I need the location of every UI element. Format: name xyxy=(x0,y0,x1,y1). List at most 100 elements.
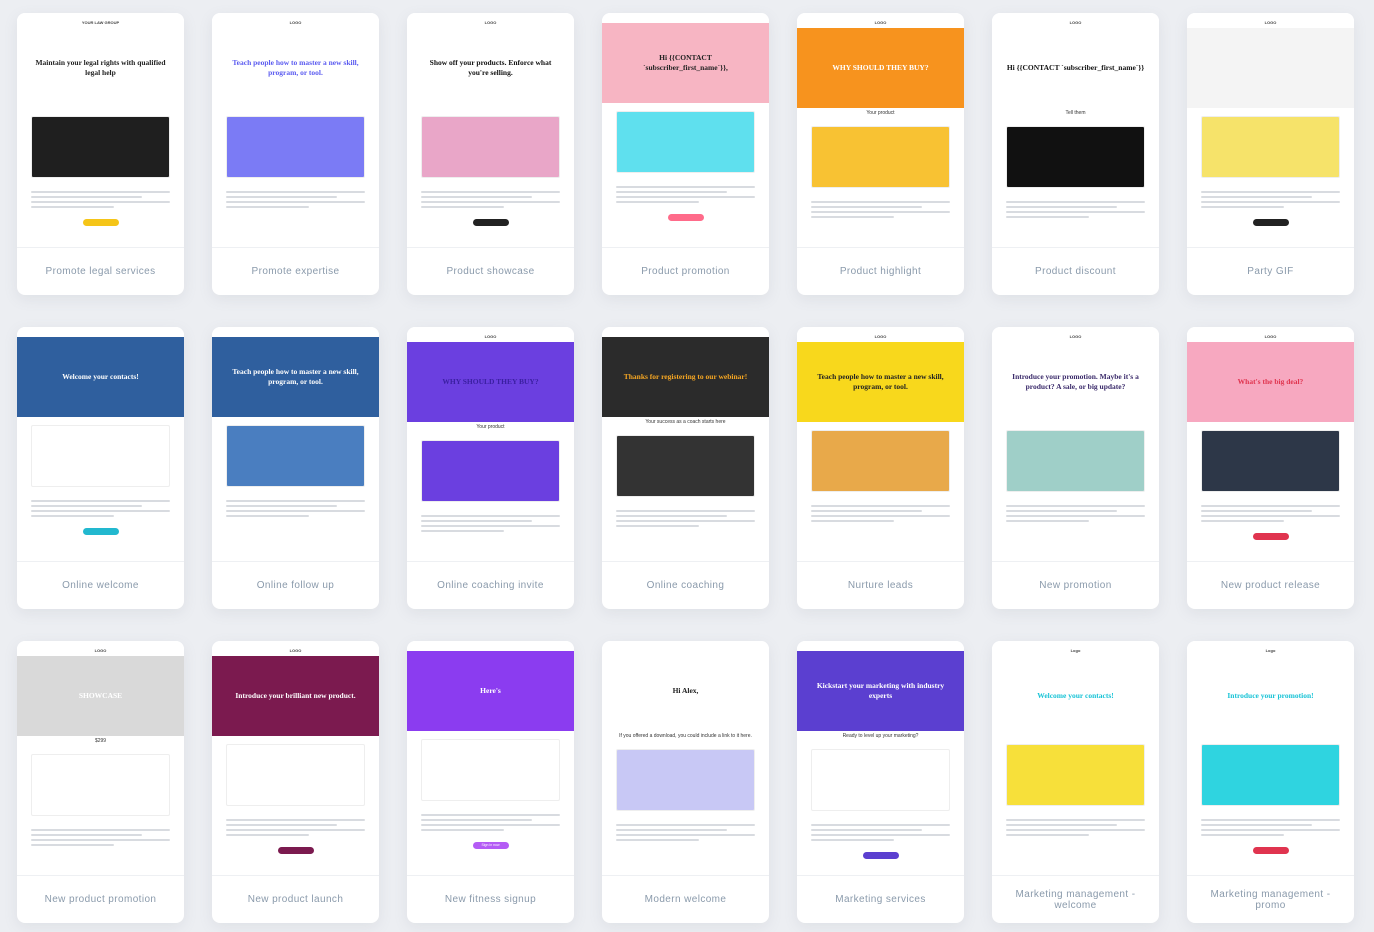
preview-logo: LOGO xyxy=(1069,334,1082,339)
template-preview[interactable]: LOGO What's the big deal? xyxy=(1187,327,1354,562)
preview-body-text xyxy=(17,186,184,213)
preview-subtext: Your product xyxy=(476,424,505,430)
template-label: Marketing management - promo xyxy=(1210,888,1331,911)
template-preview[interactable]: LOGO Show off your products. Enforce what… xyxy=(407,13,574,248)
preview-body-text xyxy=(797,500,964,527)
preview-logo: LOGO xyxy=(289,20,302,25)
template-label: Online follow up xyxy=(256,580,335,591)
template-label: Online coaching xyxy=(646,580,725,591)
template-grid: YOUR LAW GROUP Maintain your legal rights… xyxy=(17,13,1354,923)
preview-headline: Hi {{CONTACT `subscriber_first_name`}} xyxy=(992,28,1159,108)
preview-body-text xyxy=(407,186,574,213)
template-card[interactable]: LOGO Hi {{CONTACT `subscriber_first_name`… xyxy=(992,13,1159,295)
preview-image xyxy=(226,744,365,806)
preview-image xyxy=(616,749,755,811)
preview-image xyxy=(226,116,365,178)
preview-button xyxy=(1252,847,1289,854)
preview-headline: Teach people how to master a new skill, … xyxy=(797,342,964,422)
template-preview[interactable]: LOGO WHY SHOULD THEY BUY? Your product xyxy=(407,327,574,562)
template-card[interactable]: Logo Introduce your promotion! Marketing m… xyxy=(1187,641,1354,923)
template-preview[interactable]: Here's Sign in now xyxy=(407,641,574,876)
preview-logo xyxy=(797,641,964,651)
preview-body-text xyxy=(992,500,1159,527)
template-card[interactable]: LOGO Show off your products. Enforce what… xyxy=(407,13,574,295)
template-card[interactable]: LOGO SHOWCASE $299 New product promotion xyxy=(17,641,184,923)
template-card[interactable]: LOGO WHY SHOULD THEY BUY? Your product Onli… xyxy=(407,327,574,609)
preview-image xyxy=(616,111,755,173)
preview-body-text xyxy=(17,495,184,522)
preview-button xyxy=(1252,533,1289,540)
preview-body-text xyxy=(992,196,1159,223)
template-preview[interactable]: Teach people how to master a new skill, … xyxy=(212,327,379,562)
preview-image xyxy=(811,430,950,492)
template-card[interactable]: LOGO WHY SHOULD THEY BUY? Your product Prod… xyxy=(797,13,964,295)
template-preview[interactable]: Thanks for registering to our webinar! Yo… xyxy=(602,327,769,562)
preview-button xyxy=(472,219,509,226)
template-preview[interactable]: Hi Alex, If you offered a download, you c… xyxy=(602,641,769,876)
preview-body-text xyxy=(602,819,769,846)
template-card[interactable]: LOGO Introduce your promotion. Maybe it's… xyxy=(992,327,1159,609)
template-preview[interactable]: Logo Welcome your contacts! xyxy=(992,641,1159,876)
template-label: New fitness signup xyxy=(444,894,537,905)
template-card[interactable]: Teach people how to master a new skill, … xyxy=(212,327,379,609)
template-preview[interactable]: LOGO Teach people how to master a new ski… xyxy=(212,13,379,248)
preview-subtext: $299 xyxy=(94,738,107,744)
template-card[interactable]: LOGO Teach people how to master a new ski… xyxy=(212,13,379,295)
template-card[interactable]: Hi Alex, If you offered a download, you c… xyxy=(602,641,769,923)
preview-body-text xyxy=(1187,814,1354,841)
preview-logo: LOGO xyxy=(94,648,107,653)
template-card[interactable]: Hi {{CONTACT `subscriber_first_name`}}, P… xyxy=(602,13,769,295)
template-label: New product promotion xyxy=(44,894,157,905)
template-card[interactable]: Welcome your contacts! Online welcome xyxy=(17,327,184,609)
template-card[interactable]: Kickstart your marketing with industry e… xyxy=(797,641,964,923)
preview-body-text xyxy=(17,824,184,851)
template-card[interactable]: Logo Welcome your contacts! Marketing mana… xyxy=(992,641,1159,923)
template-card[interactable]: LOGO Introduce your brilliant new product… xyxy=(212,641,379,923)
template-card[interactable]: Here's Sign in now New fitness signup xyxy=(407,641,574,923)
preview-headline: Here's xyxy=(407,651,574,731)
preview-image xyxy=(1006,430,1145,492)
template-preview[interactable]: Hi {{CONTACT `subscriber_first_name`}}, xyxy=(602,13,769,248)
template-preview[interactable]: LOGO SHOWCASE $299 xyxy=(17,641,184,876)
template-card[interactable]: LOGO Teach people how to master a new ski… xyxy=(797,327,964,609)
preview-logo xyxy=(407,641,574,651)
template-preview[interactable]: Logo Introduce your promotion! xyxy=(1187,641,1354,876)
template-preview[interactable]: YOUR LAW GROUP Maintain your legal rights… xyxy=(17,13,184,248)
template-label: Online welcome xyxy=(62,580,139,591)
template-preview[interactable]: LOGO Teach people how to master a new ski… xyxy=(797,327,964,562)
preview-image xyxy=(1006,126,1145,188)
preview-headline: Welcome your contacts! xyxy=(17,337,184,417)
preview-headline: Maintain your legal rights with qualifie… xyxy=(17,28,184,108)
preview-logo: Logo xyxy=(1070,648,1081,653)
template-preview[interactable]: LOGO Introduce your brilliant new product… xyxy=(212,641,379,876)
preview-logo: LOGO xyxy=(1069,20,1082,25)
preview-body-text xyxy=(212,495,379,522)
preview-headline: Hi Alex, xyxy=(602,651,769,731)
preview-logo: LOGO xyxy=(1264,334,1277,339)
preview-body-text xyxy=(1187,186,1354,213)
template-card[interactable]: Thanks for registering to our webinar! Yo… xyxy=(602,327,769,609)
preview-body-text xyxy=(407,809,574,836)
template-preview[interactable]: LOGO Hi {{CONTACT `subscriber_first_name`… xyxy=(992,13,1159,248)
preview-image xyxy=(421,440,560,502)
preview-subtext: Ready to level up your marketing? xyxy=(842,733,919,739)
template-preview[interactable]: Kickstart your marketing with industry e… xyxy=(797,641,964,876)
preview-subtext: If you offered a download, you could inc… xyxy=(619,733,752,739)
template-preview[interactable]: Welcome your contacts! xyxy=(17,327,184,562)
template-card[interactable]: YOUR LAW GROUP Maintain your legal rights… xyxy=(17,13,184,295)
preview-logo: Logo xyxy=(1265,648,1276,653)
preview-headline: Introduce your promotion. Maybe it's a p… xyxy=(992,342,1159,422)
preview-image xyxy=(811,749,950,811)
preview-subtext: Your product xyxy=(866,110,895,116)
template-preview[interactable]: LOGO WHY SHOULD THEY BUY? Your product xyxy=(797,13,964,248)
template-label: Product highlight xyxy=(839,266,922,277)
template-label: New product release xyxy=(1220,580,1321,591)
preview-headline: WHY SHOULD THEY BUY? xyxy=(797,28,964,108)
template-preview[interactable]: LOGO Introduce your promotion. Maybe it's… xyxy=(992,327,1159,562)
preview-image xyxy=(31,116,170,178)
template-preview[interactable]: LOGO xyxy=(1187,13,1354,248)
template-label: Product promotion xyxy=(641,266,730,277)
template-card[interactable]: LOGO Party GIF xyxy=(1187,13,1354,295)
template-card[interactable]: LOGO What's the big deal? New product rele… xyxy=(1187,327,1354,609)
preview-logo: LOGO xyxy=(289,648,302,653)
